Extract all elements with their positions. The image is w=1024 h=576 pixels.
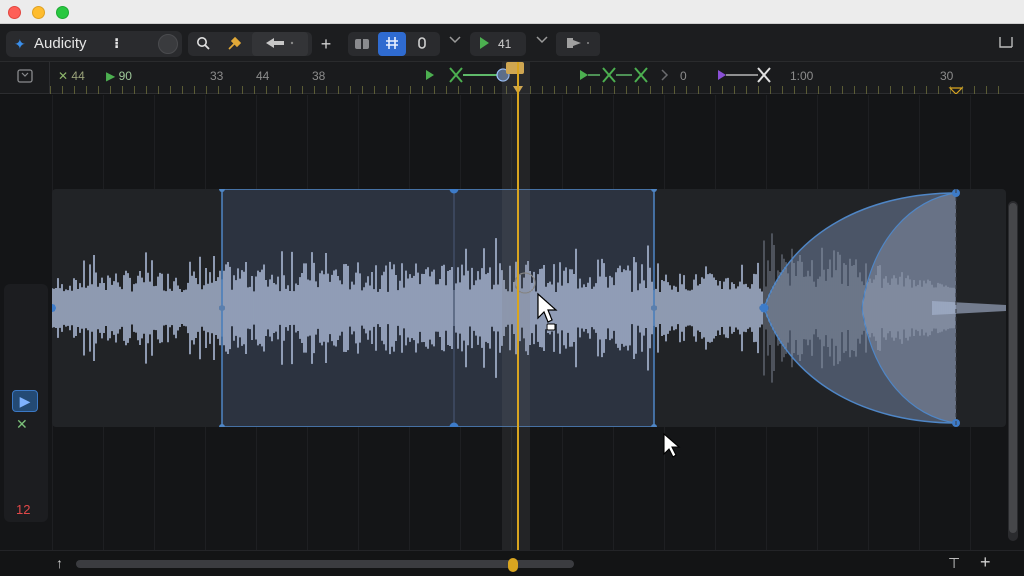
loop-marker-icon bbox=[449, 67, 463, 83]
tempo-dropdown[interactable] bbox=[532, 32, 552, 56]
grid-icon bbox=[386, 37, 398, 49]
snap-icon bbox=[355, 37, 369, 51]
play-icon: ▶ bbox=[19, 393, 31, 409]
app-name: Audicity bbox=[34, 35, 87, 52]
options-dropdown[interactable] bbox=[444, 32, 466, 56]
vertical-scroll-thumb[interactable] bbox=[1009, 203, 1017, 533]
grid-button[interactable] bbox=[378, 32, 406, 56]
add-track-button[interactable]: + bbox=[980, 552, 991, 573]
record-button[interactable] bbox=[412, 32, 432, 56]
pin-button[interactable] bbox=[222, 32, 246, 56]
playhead[interactable] bbox=[517, 62, 519, 576]
play-button[interactable] bbox=[476, 32, 492, 56]
play-marker-icon bbox=[426, 70, 434, 80]
vertical-scrollbar[interactable] bbox=[1008, 201, 1018, 541]
app-switcher[interactable]: ✦ Audicity ⁝ bbox=[6, 31, 182, 57]
arrow-up-icon[interactable]: ↑ bbox=[56, 555, 63, 571]
search-icon bbox=[197, 37, 210, 50]
chevron-down-icon bbox=[536, 36, 548, 44]
app-logo-icon: ✦ bbox=[14, 36, 26, 52]
pin-icon bbox=[228, 36, 242, 50]
sidebar-toggle-button[interactable] bbox=[996, 32, 1016, 56]
tempo-value: 41 bbox=[498, 37, 512, 51]
track-fx-button[interactable]: ✕ bbox=[16, 416, 28, 433]
marker-purple-icon bbox=[718, 70, 726, 80]
title-bar bbox=[0, 0, 1024, 24]
record-icon bbox=[418, 37, 426, 49]
fade-handle bbox=[759, 303, 769, 313]
app-menu-button[interactable]: ⁝ bbox=[114, 35, 119, 52]
horizontal-scrollbar[interactable] bbox=[76, 560, 574, 568]
close-window-button[interactable] bbox=[8, 6, 21, 19]
arrow-left-icon bbox=[266, 38, 294, 48]
toolbar: ✦ Audicity ⁝ + 41 bbox=[0, 24, 1024, 62]
fade-icon[interactable]: ⊤ bbox=[948, 555, 960, 572]
mouse-pointer-icon bbox=[537, 292, 558, 331]
add-button[interactable]: + bbox=[316, 32, 336, 56]
export-icon bbox=[567, 38, 589, 48]
secondary-pointer-icon bbox=[663, 432, 681, 458]
track-header: ▶ ✕ 12 bbox=[4, 284, 48, 522]
playhead-knob[interactable] bbox=[508, 558, 518, 572]
undo-menu-button[interactable] bbox=[252, 32, 308, 56]
minimize-window-button[interactable] bbox=[32, 6, 45, 19]
snap-button[interactable] bbox=[350, 32, 374, 56]
track-gain-label: 12 bbox=[16, 502, 31, 517]
chevron-down-icon bbox=[449, 36, 461, 44]
crossfade-icon: ✕ bbox=[16, 416, 28, 432]
app-toggle[interactable] bbox=[158, 34, 178, 54]
zoom-window-button[interactable] bbox=[56, 6, 69, 19]
track-play-button[interactable]: ▶ bbox=[12, 390, 38, 412]
search-button[interactable] bbox=[192, 32, 214, 56]
sidebar-icon bbox=[999, 37, 1013, 48]
playhead-region bbox=[502, 62, 530, 576]
export-button[interactable] bbox=[556, 32, 600, 56]
play-icon bbox=[480, 37, 489, 49]
